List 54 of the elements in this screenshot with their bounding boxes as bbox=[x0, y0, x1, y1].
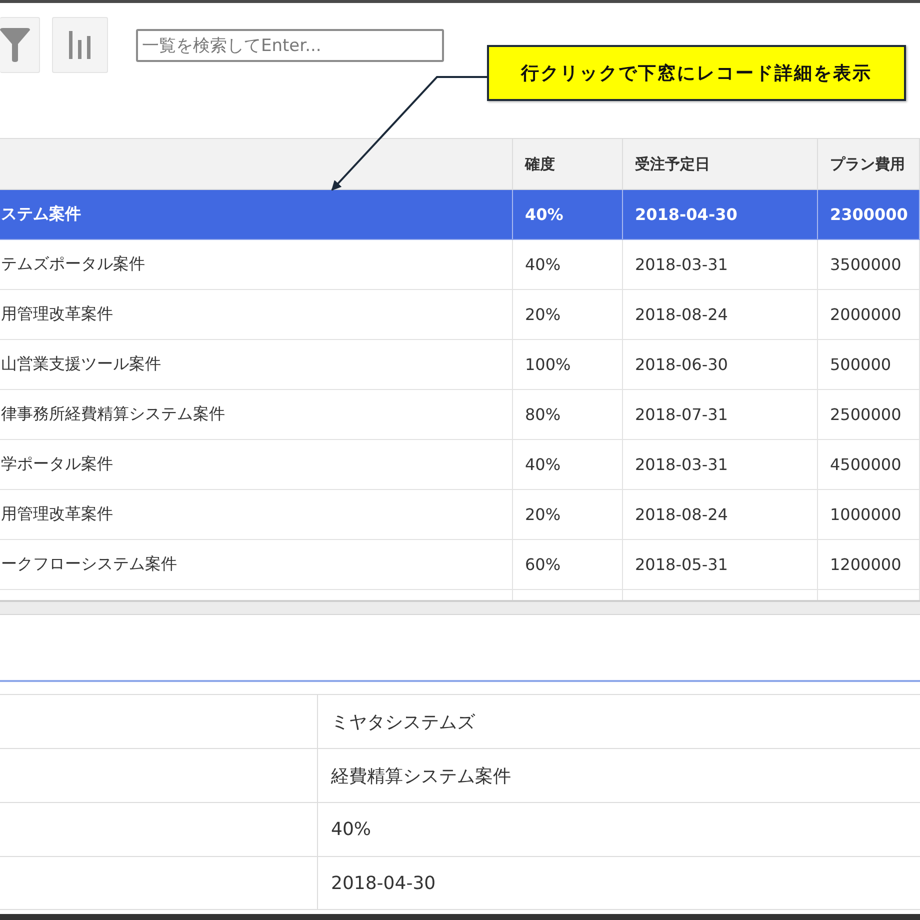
detail-value: 40% bbox=[330, 818, 372, 842]
table-cell: 用管理改革案件 bbox=[0, 490, 513, 539]
table-cell: ークフローシステム案件 bbox=[0, 540, 513, 589]
table-row[interactable]: 律事務所経費精算システム案件 80% 2018-07-31 2500000 bbox=[0, 390, 920, 440]
table-cell: 40% bbox=[513, 240, 623, 289]
table-cell: 500000 bbox=[818, 340, 920, 389]
table-cell: 2000000 bbox=[818, 290, 920, 339]
detail-value: 経費精算システム案件 bbox=[330, 764, 512, 788]
column-header[interactable]: プラン費用 bbox=[818, 139, 920, 189]
table-cell: ステム案件 bbox=[0, 190, 513, 239]
table-cell: 20% bbox=[513, 490, 623, 539]
table-row[interactable]: ステム案件 40% 2018-04-30 2300000 bbox=[0, 190, 920, 240]
table-row[interactable]: 山営業支援ツール案件 100% 2018-06-30 500000 bbox=[0, 340, 920, 390]
table-cell: テムズポータル案件 bbox=[0, 240, 513, 289]
table-cell: 律事務所経費精算システム案件 bbox=[0, 390, 513, 439]
table-row[interactable]: テムズポータル案件 40% 2018-03-31 3500000 bbox=[0, 240, 920, 290]
table-cell: 40% bbox=[513, 190, 623, 239]
table-cell: 1200000 bbox=[818, 540, 920, 589]
table-row[interactable]: 学ポータル案件 40% 2018-03-31 4500000 bbox=[0, 440, 920, 490]
search-field[interactable]: 一覧を検索してEnter... bbox=[136, 29, 444, 62]
table-cell: 用管理改革案件 bbox=[0, 290, 513, 339]
table-cell: 2018-03-31 bbox=[623, 440, 818, 489]
table-cell: 40% bbox=[513, 440, 623, 489]
bar-chart-icon bbox=[69, 31, 91, 59]
table-cell: 2018-08-24 bbox=[623, 290, 818, 339]
table-cell: 80% bbox=[513, 390, 623, 439]
chart-button[interactable] bbox=[52, 17, 108, 73]
table-row[interactable]: ークフローシステム案件 60% 2018-05-31 1200000 bbox=[0, 540, 920, 590]
table-cell: 1000000 bbox=[818, 490, 920, 539]
filter-icon bbox=[0, 28, 30, 62]
table-cell: 60% bbox=[513, 540, 623, 589]
column-header[interactable]: 受注予定日 bbox=[623, 139, 818, 189]
detail-value: ミヤタシステムズ bbox=[330, 710, 476, 734]
detail-value: 2018-04-30 bbox=[330, 872, 437, 896]
horizontal-scrollbar[interactable] bbox=[0, 600, 920, 615]
filter-button[interactable] bbox=[0, 17, 40, 73]
callout-note: 行クリックで下窓にレコード詳細を表示 bbox=[487, 45, 906, 101]
table-cell: 2018-05-31 bbox=[623, 540, 818, 589]
table-cell: 100% bbox=[513, 340, 623, 389]
table-cell: 2018-03-31 bbox=[623, 240, 818, 289]
table-cell: 2018-04-30 bbox=[623, 190, 818, 239]
column-header[interactable]: 確度 bbox=[513, 139, 623, 189]
table-cell: 学ポータル案件 bbox=[0, 440, 513, 489]
table-cell: 20% bbox=[513, 290, 623, 339]
table-cell: 2018-08-24 bbox=[623, 490, 818, 539]
table-cell: 2300000 bbox=[818, 190, 920, 239]
table-row[interactable]: 用管理改革案件 20% 2018-08-24 1000000 bbox=[0, 490, 920, 540]
table-cell: 2018-06-30 bbox=[623, 340, 818, 389]
table-row[interactable]: 用管理改革案件 20% 2018-08-24 2000000 bbox=[0, 290, 920, 340]
table-cell: 2018-07-31 bbox=[623, 390, 818, 439]
table-cell: 3500000 bbox=[818, 240, 920, 289]
table-cell: 4500000 bbox=[818, 440, 920, 489]
table-cell: 山営業支援ツール案件 bbox=[0, 340, 513, 389]
table-cell: 2500000 bbox=[818, 390, 920, 439]
